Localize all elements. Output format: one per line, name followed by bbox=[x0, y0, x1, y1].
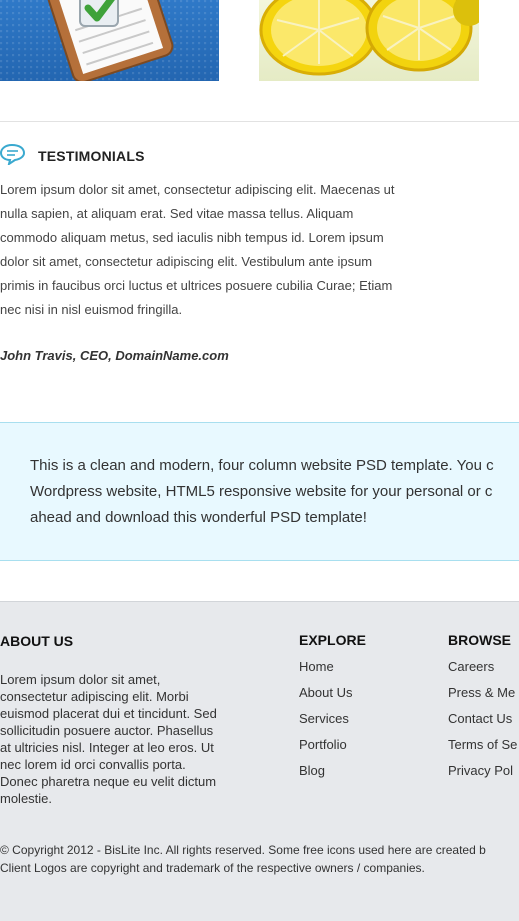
footer-link-press[interactable]: Press & Me bbox=[448, 680, 517, 706]
checklist-clipboard-icon bbox=[43, 0, 174, 81]
copyright-line: © Copyright 2012 - BisLite Inc. All righ… bbox=[0, 843, 486, 857]
footer-link-home[interactable]: Home bbox=[299, 654, 352, 680]
promo-banner: This is a clean and modern, four column … bbox=[0, 422, 519, 561]
footer-explore-title: EXPLORE bbox=[299, 632, 366, 648]
footer-browse-links: Careers Press & Me Contact Us Terms of S… bbox=[448, 654, 517, 784]
portfolio-item-checklist[interactable] bbox=[0, 0, 219, 81]
testimonial-quote: Lorem ipsum dolor sit amet, consectetur … bbox=[0, 178, 440, 322]
promo-line: This is a clean and modern, four column … bbox=[30, 457, 494, 474]
testimonial-line: primis in faucibus orci luctus et ultric… bbox=[0, 278, 393, 293]
testimonial-line: commodo aliquam metus, sed iaculis nibh … bbox=[0, 230, 384, 245]
promo-line: ahead and download this wonderful PSD te… bbox=[30, 509, 367, 526]
footer-link-services[interactable]: Services bbox=[299, 706, 352, 732]
footer-link-about-us[interactable]: About Us bbox=[299, 680, 352, 706]
testimonials-title: TESTIMONIALS bbox=[38, 148, 145, 164]
portfolio-item-lemons[interactable] bbox=[259, 0, 479, 81]
footer-about-title: ABOUT US bbox=[0, 633, 74, 649]
about-line: molestie. bbox=[0, 791, 53, 806]
about-line: sollicitudin posuere auctor. Phasellus bbox=[0, 723, 214, 738]
about-line: at ultricies nisl. Integer at leo eros. … bbox=[0, 740, 214, 755]
footer-explore-links: Home About Us Services Portfolio Blog bbox=[299, 654, 352, 784]
footer-link-contact-us[interactable]: Contact Us bbox=[448, 706, 517, 732]
copyright-notice: © Copyright 2012 - BisLite Inc. All righ… bbox=[0, 841, 486, 877]
lemon-slices-image bbox=[259, 0, 479, 76]
site-footer: ABOUT US Lorem ipsum dolor sit amet, con… bbox=[0, 601, 519, 921]
about-line: Lorem ipsum dolor sit amet, bbox=[0, 672, 161, 687]
footer-link-portfolio[interactable]: Portfolio bbox=[299, 732, 352, 758]
copyright-line: Client Logos are copyright and trademark… bbox=[0, 861, 425, 875]
promo-line: Wordpress website, HTML5 responsive webs… bbox=[30, 483, 493, 500]
footer-link-careers[interactable]: Careers bbox=[448, 654, 517, 680]
footer-link-blog[interactable]: Blog bbox=[299, 758, 352, 784]
about-line: nec lorem id orci convallis porta. bbox=[0, 757, 186, 772]
testimonial-line: nulla sapien, at aliquam erat. Sed vitae… bbox=[0, 206, 354, 221]
section-divider bbox=[0, 121, 519, 122]
testimonial-line: Lorem ipsum dolor sit amet, consectetur … bbox=[0, 182, 395, 197]
footer-browse-title: BROWSE bbox=[448, 632, 511, 648]
about-line: consectetur adipiscing elit. Morbi bbox=[0, 689, 189, 704]
testimonial-line: dolor sit amet, consectetur adipiscing e… bbox=[0, 254, 373, 269]
footer-link-terms[interactable]: Terms of Se bbox=[448, 732, 517, 758]
about-line: euismod placerat dui et tincidunt. Sed bbox=[0, 706, 217, 721]
testimonial-author: John Travis, CEO, DomainName.com bbox=[0, 348, 229, 363]
portfolio-thumbnails bbox=[0, 0, 519, 81]
footer-link-privacy[interactable]: Privacy Pol bbox=[448, 758, 517, 784]
footer-about-text: Lorem ipsum dolor sit amet, consectetur … bbox=[0, 671, 240, 807]
promo-text: This is a clean and modern, four column … bbox=[30, 453, 519, 531]
about-line: Donec pharetra neque eu velit dictum bbox=[0, 774, 217, 789]
speech-bubble-icon bbox=[0, 143, 26, 165]
testimonial-line: nec nisi in nisl euismod fringilla. bbox=[0, 302, 183, 317]
